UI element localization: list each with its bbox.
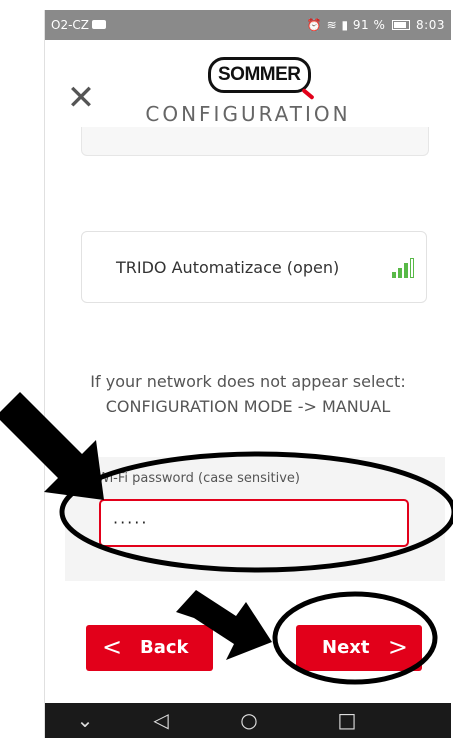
next-button[interactable]: Next >: [296, 625, 422, 671]
clock: 8:03: [416, 18, 445, 32]
notification-icon: [92, 20, 107, 29]
system-nav-bar: ⌄ ◁ ○ □: [45, 703, 451, 738]
network-card-previous[interactable]: [81, 127, 429, 156]
chevron-left-icon: <: [102, 633, 123, 661]
back-nav-icon[interactable]: ◁: [141, 703, 181, 738]
signal-icon: ▮: [341, 18, 349, 32]
network-name: TRIDO Automatizace (open): [116, 258, 340, 277]
battery-percent: 91 %: [352, 18, 386, 32]
next-button-label: Next: [322, 637, 370, 658]
back-button-label: Back: [140, 637, 189, 658]
recents-nav-icon[interactable]: □: [327, 703, 367, 738]
back-button[interactable]: < Back: [86, 625, 213, 671]
network-list-item[interactable]: TRIDO Automatizace (open): [81, 231, 427, 303]
hint-line-1: If your network does not appear select:: [90, 372, 406, 391]
wifi-signal-icon: [390, 254, 418, 278]
sommer-logo: SOMMER: [208, 57, 311, 93]
alarm-icon: ⏰: [306, 18, 323, 32]
main-content: TRIDO Automatizace (open) If your networ…: [45, 127, 451, 713]
password-input[interactable]: ·····: [99, 499, 409, 547]
carrier-label: O2-CZ: [51, 18, 107, 32]
app-header: ✕ SOMMER CONFIGURATION: [45, 40, 451, 135]
carrier-text: O2-CZ: [51, 18, 90, 32]
status-right: ⏰ ≋ ▮ 91 % 8:03: [307, 18, 445, 32]
hint-text: If your network does not appear select: …: [45, 369, 451, 419]
home-nav-icon[interactable]: ○: [229, 703, 269, 738]
password-label: Wi-Fi password (case sensitive): [97, 471, 300, 486]
battery-icon: [391, 20, 410, 30]
wifi-status-icon: ≋: [326, 18, 338, 32]
chevron-right-icon: >: [387, 633, 408, 661]
page-title: CONFIGURATION: [145, 102, 351, 126]
status-bar: O2-CZ ⏰ ≋ ▮ 91 % 8:03: [45, 10, 451, 40]
phone-screen: O2-CZ ⏰ ≋ ▮ 91 % 8:03 ✕ SOMMER CONFIGURA…: [44, 10, 451, 738]
password-section: Wi-Fi password (case sensitive) ·····: [65, 457, 445, 581]
hint-line-2: CONFIGURATION MODE -> MANUAL: [105, 397, 391, 416]
hide-nav-icon[interactable]: ⌄: [65, 703, 105, 738]
